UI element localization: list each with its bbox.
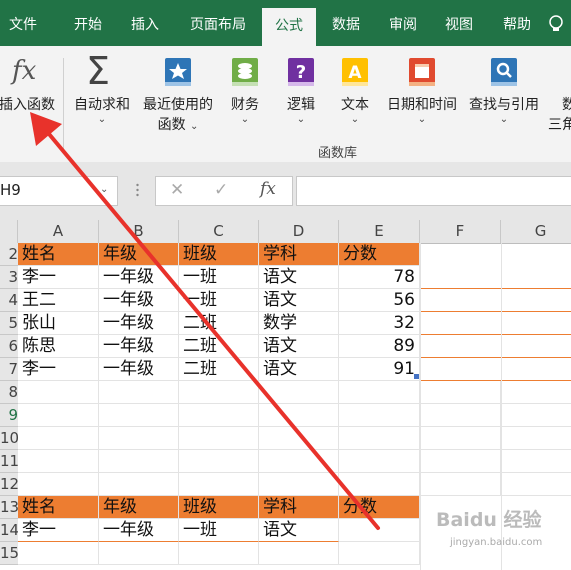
watermark-brand: Baidu 经验 <box>436 509 542 531</box>
annotation-arrow-icon <box>30 112 380 530</box>
watermark-url: jingyan.baidu.com <box>450 537 543 548</box>
baidu-jingyan-watermark: Baidu 经验 jingyan.baidu.com <box>436 505 571 553</box>
